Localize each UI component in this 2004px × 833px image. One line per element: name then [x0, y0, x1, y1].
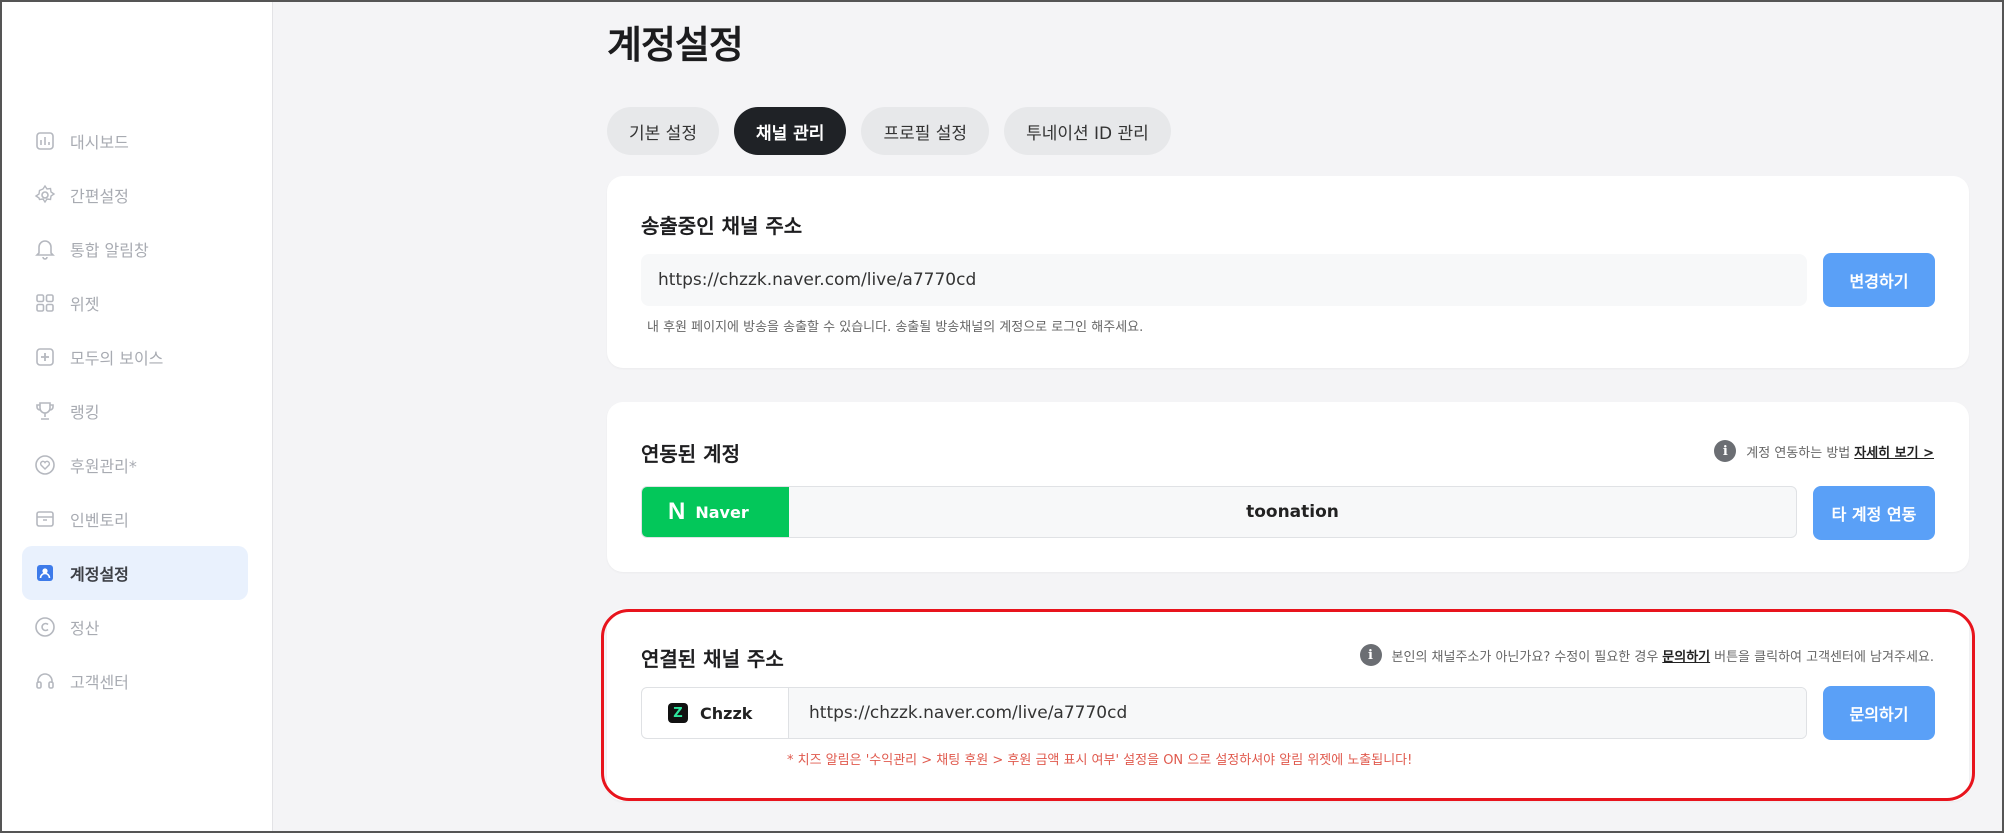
page-title: 계정설정: [607, 23, 744, 67]
change-button[interactable]: 변경하기: [1823, 253, 1935, 307]
copyright-coin-icon: [34, 616, 56, 638]
sidebar-item-label: 정산: [70, 619, 100, 638]
provider-name: Naver: [695, 502, 749, 522]
tab-bar: 기본 설정 채널 관리 프로필 설정 투네이션 ID 관리: [607, 107, 1171, 155]
broadcast-channel-title: 송출중인 채널 주소: [641, 214, 803, 238]
info-icon: i: [1714, 440, 1737, 462]
broadcast-hint: 내 후원 페이지에 방송을 송출할 수 있습니다. 송출될 방송채널의 계정으로…: [647, 320, 1144, 335]
sidebar-item-ranking[interactable]: 랭킹: [22, 384, 248, 438]
link-other-account-button[interactable]: 타 계정 연동: [1813, 486, 1935, 540]
tab-basic-settings[interactable]: 기본 설정: [607, 107, 719, 155]
heart-icon: [34, 454, 56, 476]
sidebar-nav: 대시보드 간편설정 통합 알림창 위젯 모두의 보이스 랭킹 후원관리* 인벤토…: [22, 114, 248, 708]
linked-account-info: i 계정 연동하는 방법 자세히 보기 >: [1714, 440, 1934, 462]
sidebar-item-label: 대시보드: [70, 133, 129, 152]
sidebar-item-voice[interactable]: 모두의 보이스: [22, 330, 248, 384]
chzzk-warning-text: * 치즈 알림은 '수익관리 > 채팅 후원 > 후원 금액 표시 여부' 설정…: [787, 753, 1413, 768]
widget-grid-icon: [34, 292, 56, 314]
sidebar-item-alerts[interactable]: 통합 알림창: [22, 222, 248, 276]
connected-channel-url: https://chzzk.naver.com/live/a7770cd: [789, 688, 1806, 738]
chzzk-logo-icon: Z: [668, 703, 688, 723]
connected-info-text-after: 버튼을 클릭하여 고객센터에 남겨주세요.: [1714, 649, 1934, 665]
gear-icon: [34, 184, 56, 206]
connected-channel-field: Z Chzzk https://chzzk.naver.com/live/a77…: [641, 687, 1807, 739]
tab-profile-settings[interactable]: 프로필 설정: [861, 107, 990, 155]
linked-account-card: 연동된 계정 i 계정 연동하는 방법 자세히 보기 > N Naver too…: [607, 402, 1969, 572]
trophy-icon: [34, 400, 56, 422]
inquiry-link[interactable]: 문의하기: [1662, 646, 1710, 665]
sidebar-item-label: 후원관리*: [70, 457, 137, 476]
sidebar-item-label: 랭킹: [70, 403, 100, 422]
details-link[interactable]: 자세히 보기 >: [1854, 442, 1934, 461]
sidebar-item-support[interactable]: 고객센터: [22, 654, 248, 708]
inquiry-button[interactable]: 문의하기: [1823, 686, 1935, 740]
info-icon: i: [1359, 644, 1382, 666]
tab-toonation-id[interactable]: 투네이션 ID 관리: [1004, 107, 1171, 155]
connected-channel-title: 연결된 채널 주소: [641, 647, 784, 671]
bell-icon: [34, 238, 56, 260]
sidebar-item-label: 고객센터: [70, 673, 129, 692]
sidebar-item-label: 인벤토리: [70, 511, 129, 530]
sidebar-item-label: 모두의 보이스: [70, 349, 164, 368]
sidebar-item-settlement[interactable]: 정산: [22, 600, 248, 654]
sidebar-item-label: 위젯: [70, 295, 100, 314]
sidebar-item-inventory[interactable]: 인벤토리: [22, 492, 248, 546]
sidebar-item-donations[interactable]: 후원관리*: [22, 438, 248, 492]
sidebar-item-account-settings[interactable]: 계정설정: [22, 546, 248, 600]
connected-info-text-before: 본인의 채널주소가 아닌가요? 수정이 필요한 경우: [1391, 649, 1659, 665]
sidebar-item-label: 통합 알림창: [70, 241, 149, 260]
chzzk-badge: Z Chzzk: [642, 688, 789, 738]
linked-account-name: toonation: [1246, 502, 1339, 522]
naver-badge: N Naver: [642, 487, 789, 537]
broadcast-url-field[interactable]: https://chzzk.naver.com/live/a7770cd: [641, 254, 1807, 306]
linked-account-title: 연동된 계정: [641, 442, 740, 466]
connected-channel-card: 연결된 채널 주소 i 본인의 채널주소가 아닌가요? 수정이 필요한 경우 문…: [607, 609, 1969, 801]
sidebar-item-label: 간편설정: [70, 187, 129, 206]
broadcast-channel-card: 송출중인 채널 주소 https://chzzk.naver.com/live/…: [607, 176, 1969, 368]
dashboard-icon: [34, 130, 56, 152]
sidebar-item-quick-settings[interactable]: 간편설정: [22, 168, 248, 222]
sidebar-item-dashboard[interactable]: 대시보드: [22, 114, 248, 168]
headset-icon: [34, 670, 56, 692]
sidebar-item-widgets[interactable]: 위젯: [22, 276, 248, 330]
inventory-box-icon: [34, 508, 56, 530]
linked-account-field: N Naver toonation: [641, 486, 1797, 538]
voice-plus-icon: [34, 346, 56, 368]
linked-account-info-text: 계정 연동하는 방법: [1746, 445, 1851, 461]
naver-logo-icon: N: [668, 498, 686, 525]
tab-channel-management[interactable]: 채널 관리: [733, 107, 847, 155]
sidebar-item-label: 계정설정: [70, 565, 129, 584]
user-icon: [34, 562, 56, 584]
sidebar: 대시보드 간편설정 통합 알림창 위젯 모두의 보이스 랭킹 후원관리* 인벤토…: [0, 0, 273, 833]
connected-channel-info: i 본인의 채널주소가 아닌가요? 수정이 필요한 경우 문의하기 버튼을 클릭…: [1359, 644, 1934, 666]
platform-name: Chzzk: [700, 703, 753, 723]
